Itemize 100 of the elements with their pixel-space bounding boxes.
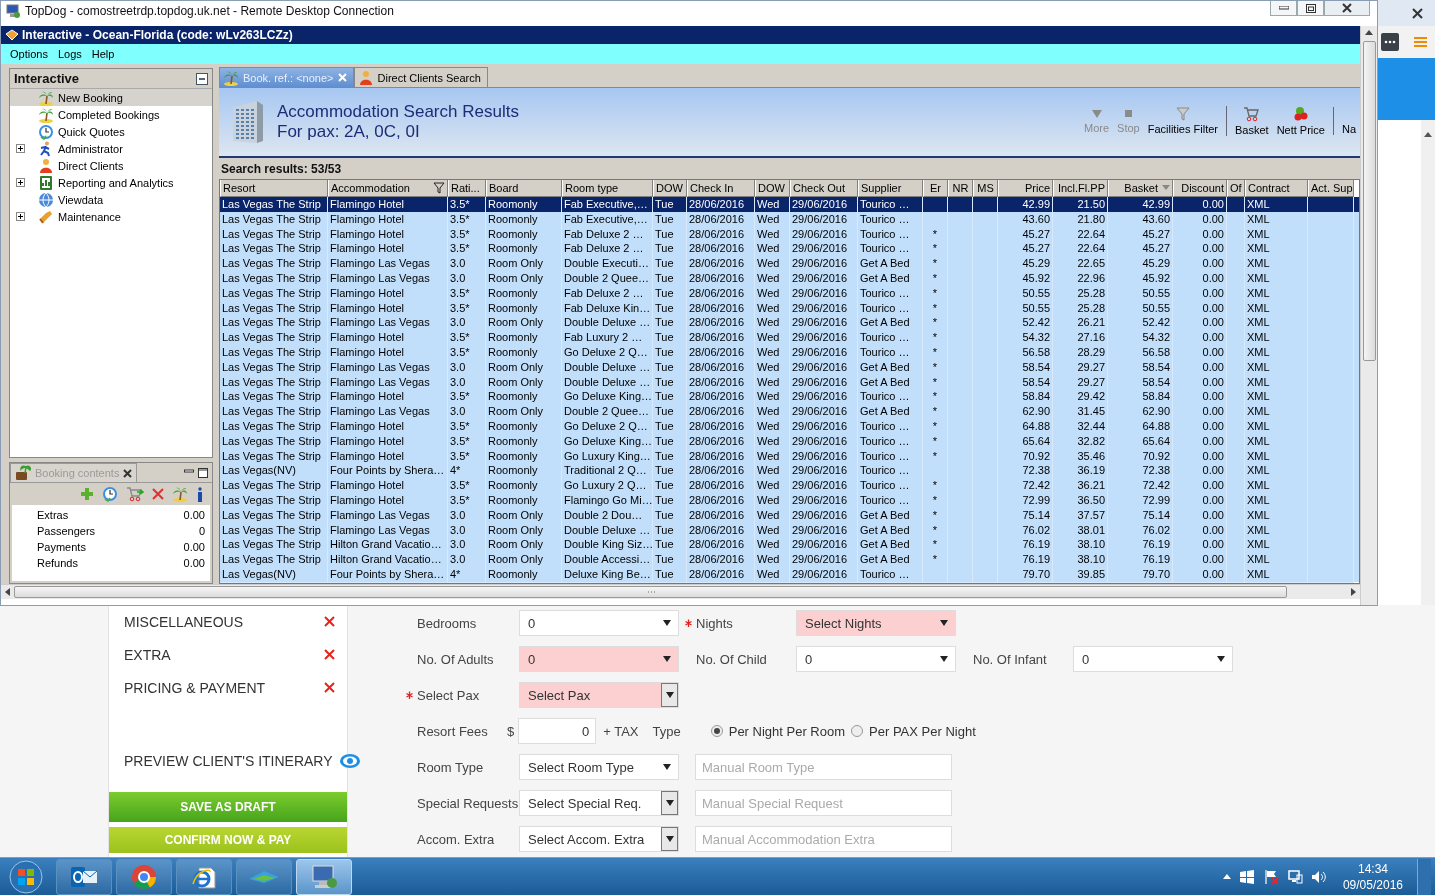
field-label: No. Of Adults	[416, 651, 495, 667]
select-field[interactable]: Select Pax	[519, 682, 679, 708]
select-field[interactable]: 0	[519, 610, 679, 636]
column-header[interactable]: Resort	[220, 180, 328, 197]
tree-item[interactable]: Viewdata	[10, 191, 212, 208]
column-header[interactable]: Supplier	[858, 180, 923, 197]
input-field[interactable]: Manual Accommodation Extra	[695, 826, 952, 852]
tree-item[interactable]: Maintenance	[10, 208, 212, 225]
table-row[interactable]: Las Vegas The Strip Flamingo Hotel 3.5* Roomonly Fab Luxury 2 … Tue 28/06/2016 Wed 29/06/2016 Tourico … * 54.32 27.16 54.32 0.00 XML	[220, 330, 1359, 345]
table-row[interactable]: Las Vegas The Strip Flamingo Hotel 3.5* Roomonly Go Luxury 2 Q… Tue 28/06/2016 Wed 29/06/2016 Tourico … * 72.42 36.21 72.42 0.00 XML	[220, 478, 1359, 493]
radio-button[interactable]	[710, 725, 723, 737]
caret-icon	[940, 620, 948, 626]
select-field[interactable]: 0	[519, 646, 679, 672]
horizontal-scrollbar[interactable]	[1, 584, 1360, 599]
maximize-icon[interactable]	[198, 467, 208, 478]
column-header[interactable]: Accommodation	[328, 180, 448, 197]
tree-item[interactable]: Quick Quotes	[10, 123, 212, 140]
column-header[interactable]: Rati...	[448, 180, 486, 197]
input-field[interactable]: Manual Special Request	[695, 790, 952, 816]
caret-up-icon[interactable]	[1222, 874, 1231, 879]
column-header[interactable]: Contract	[1245, 180, 1308, 197]
column-header[interactable]: Discount	[1173, 180, 1227, 197]
close-icon	[1342, 3, 1352, 13]
field-label: Bedrooms	[416, 615, 478, 631]
expand-icon[interactable]	[16, 212, 25, 221]
column-header[interactable]: Check Out	[790, 180, 858, 197]
caret-icon	[1217, 656, 1225, 662]
select-field[interactable]: Select Special Req.	[519, 790, 679, 816]
select-field[interactable]: Select Room Type	[519, 754, 679, 780]
scrollbar[interactable]	[1421, 120, 1435, 605]
taskbar-button[interactable]	[56, 858, 112, 895]
minimize-icon[interactable]	[184, 467, 194, 476]
column-header[interactable]: DOW	[755, 180, 790, 197]
column-header[interactable]: Basket	[1108, 180, 1173, 197]
menu-item[interactable]: Logs	[52, 48, 87, 60]
preview-link[interactable]: PREVIEW CLIENT'S ITINERARY	[109, 744, 365, 777]
summary-label: Payments	[37, 541, 86, 555]
tree-item[interactable]: New Booking	[10, 89, 212, 106]
radio-button[interactable]	[851, 725, 864, 737]
menu-item[interactable]: Options	[5, 48, 53, 60]
windows-flag-icon[interactable]	[1238, 869, 1255, 884]
nav-section[interactable]: MISCELLANEOUS	[124, 613, 244, 630]
table-row[interactable]: Las Vegas The Strip Flamingo Las Vegas 3.0 Room Only Double 2 Quee… Tue 28/06/2016 Wed 29/06/2016 Get A Bed * 62.90 31.45 62.90 0.00 XML	[220, 404, 1359, 419]
toolbar-button[interactable]: Basket	[1226, 106, 1269, 136]
palm-tree-icon	[172, 486, 188, 502]
field-label: Type	[652, 723, 681, 739]
nav-section[interactable]: PRICING & PAYMENT	[124, 679, 266, 696]
column-header[interactable]: Of	[1227, 180, 1245, 197]
table-row[interactable]: Las Vegas The Strip Flamingo Hotel 3.5* Roomonly Fab Deluxe 2 … Tue 28/06/2016 Wed 29/06/2016 Tourico … * 45.27 22.64 45.27 0.00 XML	[220, 241, 1359, 257]
expand-icon[interactable]	[16, 178, 25, 187]
toolbar-button[interactable]: Facilities Filter	[1147, 107, 1218, 135]
tree-item[interactable]: Administrator	[10, 140, 212, 157]
close-button[interactable]	[1324, 1, 1370, 16]
table-row[interactable]: Las Vegas The Strip Hilton Grand Vacatio… 3.0 Room Only Double King Siz…Tue 28/06/2016 Wed 29/06/2016 Get A Bed * 76.19 38.10 76.19 0.00 XML	[220, 537, 1359, 553]
toolbar-button[interactable]: Na	[1332, 107, 1356, 135]
tree-item[interactable]: Reporting and Analytics	[10, 174, 212, 191]
tab[interactable]: Direct Clients Search	[353, 67, 488, 87]
field-label: Room Type	[416, 759, 485, 775]
table-row[interactable]: Las Vegas(NV) Four Points by Shera… 4* Roomonly Traditional 2 Q… Tue 28/06/2016 Wed 29/06/2016 Tourico … 72.38 36.19 72.38 0.00 XML	[220, 463, 1359, 479]
table-row[interactable]: Las Vegas The Strip Flamingo Hotel 3.5* Roomonly Go Deluxe King… Tue 28/06/2016 Wed 29/06/2016 Tourico … * 58.84 29.42 58.84 0.00 XML	[220, 389, 1359, 405]
taskbar-button[interactable]	[116, 858, 172, 895]
cart-icon[interactable]	[126, 486, 144, 502]
select-field[interactable]: Select Accom. Extra	[519, 826, 679, 852]
select-field[interactable]: Select Nights	[796, 610, 956, 636]
input-field[interactable]: Manual Room Type	[695, 754, 952, 780]
collapse-icon[interactable]	[196, 72, 208, 85]
column-header[interactable]: MS	[973, 180, 998, 197]
vertical-scrollbar[interactable]	[1360, 26, 1377, 605]
info-icon[interactable]	[196, 486, 204, 502]
toolbar-button[interactable]: Nett Price	[1276, 106, 1325, 136]
select-field[interactable]: 0	[796, 646, 956, 672]
network-icon[interactable]	[1286, 868, 1303, 885]
nav-section[interactable]: EXTRA	[124, 646, 171, 663]
tree-item[interactable]: Direct Clients	[10, 157, 212, 174]
column-header[interactable]: Act. Sup	[1308, 180, 1354, 197]
column-header[interactable]: NR	[948, 180, 973, 197]
column-header[interactable]: Price	[998, 180, 1053, 197]
taskbar-button[interactable]	[176, 858, 232, 895]
column-header[interactable]: Er	[923, 180, 948, 197]
clock-date: 09/05/2016	[1342, 876, 1403, 893]
column-header[interactable]: DOW	[653, 180, 687, 197]
column-header[interactable]: Incl.Fl.PP	[1053, 180, 1108, 197]
table-row[interactable]: Las Vegas The Strip Flamingo Las Vegas 3.0 Room Only Double Deluxe … Tue 28/06/2016 Wed 29/06/2016 Get A Bed * 52.42 26.21 52.42 0.00 XML	[220, 315, 1359, 331]
input-field[interactable]: 0	[518, 718, 597, 744]
column-header[interactable]: Check In	[687, 180, 755, 197]
menu-item[interactable]: Help	[86, 48, 120, 60]
select-field[interactable]: 0	[1073, 646, 1233, 672]
caret-icon	[663, 656, 671, 662]
table-row[interactable]: Las Vegas The Strip Flamingo Hotel 3.5* Roomonly Fab Executive,… Tue 28/06/2016 Wed 29/06/2016 Tourico … 42.99 21.50 42.99 0.00 XML	[220, 197, 1359, 212]
summary-label: Refunds	[37, 557, 78, 571]
table-row[interactable]: Las Vegas The Strip Hilton Grand Vacatio… 3.0 Room Only Double Accessi… Tue 28/06/2016 Wed 29/06/2016 Get A Bed * 76.19 38.10 76.19 0.00 XML	[220, 552, 1359, 567]
table-row[interactable]: Las Vegas The Strip Flamingo Las Vegas 3.0 Room Only Double Executi… Tue 28/06/2016 Wed 29/06/2016 Get A Bed * 45.29 22.65 45.29 0.00 XML	[220, 256, 1359, 271]
extension-button[interactable]	[1381, 33, 1399, 51]
menu-icon	[1414, 36, 1427, 48]
flag-icon[interactable]	[1262, 868, 1279, 885]
maximize-button[interactable]	[1297, 1, 1324, 16]
expand-icon[interactable]	[16, 144, 25, 153]
tree-item[interactable]: Completed Bookings	[10, 106, 212, 123]
column-header[interactable]: Room type	[562, 180, 653, 197]
column-header[interactable]: Board	[486, 180, 562, 197]
